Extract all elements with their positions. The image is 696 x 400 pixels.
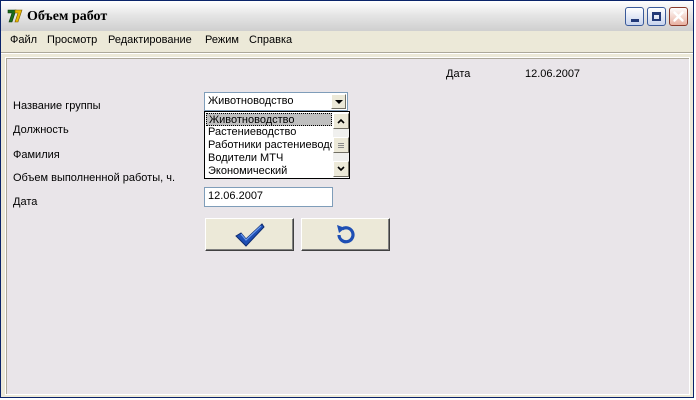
group-dropdown-list[interactable]: Животноводство Растениеводство Работники… [204,111,350,179]
confirm-button[interactable] [205,218,294,251]
date-input-value: 12.06.2007 [208,190,264,202]
group-combobox[interactable]: Животноводство [204,92,348,111]
menu-separator [1,52,693,54]
dropdown-scrollbar[interactable] [333,113,349,177]
grip-line [338,147,344,148]
grip-line [338,145,344,146]
header-date-value: 12.06.2007 [525,68,581,80]
dropdown-option[interactable]: Водители МТЧ [206,152,332,165]
group-combobox-button[interactable] [331,94,346,109]
close-button[interactable] [669,7,688,26]
menu-bar: Файл Просмотр Редактирование Режим Справ… [1,31,693,51]
grip-line [338,143,344,144]
group-label: Название группы [13,100,101,112]
chevron-down-icon [335,100,343,104]
date-input[interactable]: 12.06.2007 [204,187,333,207]
app-logo-icon [7,9,23,23]
close-icon [673,11,684,22]
chevron-up-icon [337,118,345,124]
menu-mode[interactable]: Режим [205,34,239,46]
window-title: Объем работ [27,9,108,24]
menu-view[interactable]: Просмотр [47,34,97,46]
header-date-label: Дата [446,68,471,80]
app-window: Объем работ Файл Просмотр Редактирование… [0,0,694,398]
title-bar[interactable]: Объем работ [1,1,693,32]
refresh-icon [336,224,355,243]
position-label: Должность [13,124,69,136]
scroll-thumb[interactable] [333,137,349,153]
work-label: Объем выполненной работы, ч. [13,172,176,184]
surname-label: Фамилия [13,149,60,161]
menu-edit[interactable]: Редактирование [108,34,192,46]
dropdown-option[interactable]: Животноводство [206,113,332,126]
date-label: Дата [13,196,38,208]
menu-file[interactable]: Файл [10,34,37,46]
group-combobox-value: Животноводство [208,95,294,107]
maximize-button[interactable] [647,7,666,26]
chevron-down-icon [337,166,345,172]
scroll-down-button[interactable] [333,161,349,177]
minimize-icon [631,19,639,22]
checkmark-icon [234,222,265,247]
dropdown-option[interactable]: Работники растениеводства [206,139,332,152]
dropdown-option[interactable]: Экономический [206,165,332,178]
dropdown-option[interactable]: Растениеводство [206,126,332,139]
refresh-button[interactable] [301,218,390,251]
scroll-up-button[interactable] [333,113,349,129]
minimize-button[interactable] [625,7,644,26]
menu-help[interactable]: Справка [249,34,292,46]
maximize-icon [652,12,661,21]
